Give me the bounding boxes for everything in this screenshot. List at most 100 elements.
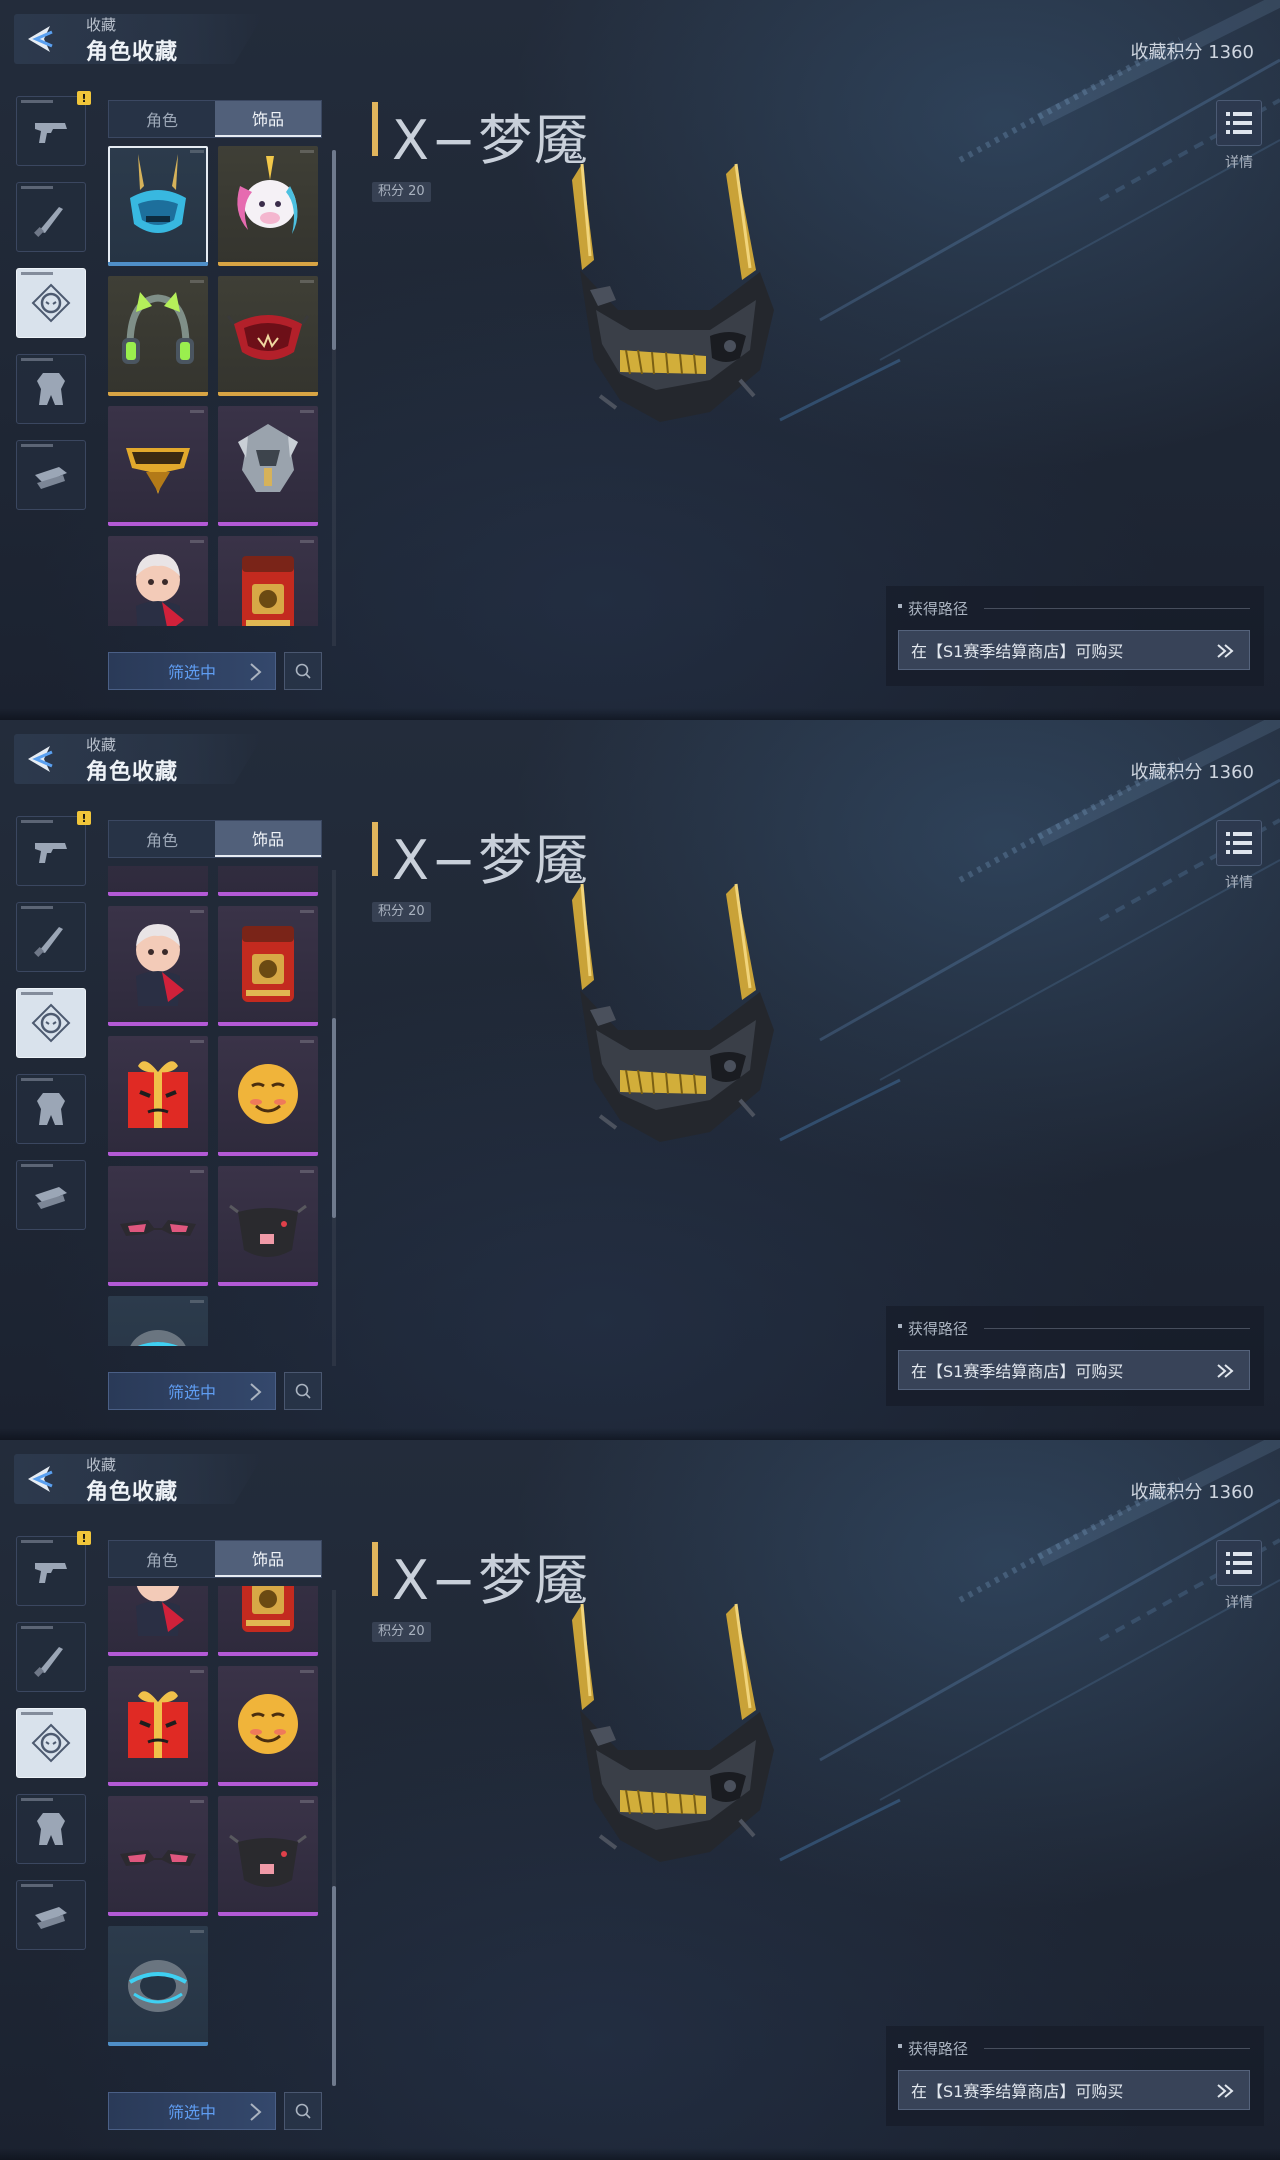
grid-item-red-backpack[interactable] [218,906,318,1026]
item-grid[interactable] [108,1586,322,2066]
tab-role[interactable]: 角色 [109,1541,215,1577]
filter-button[interactable]: 筛选中 [108,2092,276,2130]
grid-item-dark-glasses[interactable] [108,1166,208,1286]
acquisition-source-button[interactable]: 在【S1赛季结算商店】可购买 [898,630,1250,670]
grid-item-smiley-face[interactable] [218,1036,318,1156]
acquisition-source-text: 在【S1赛季结算商店】可购买 [911,2082,1124,2101]
item-grid[interactable] [108,146,322,626]
silver-mech-helmet-icon [218,866,318,892]
item-preview-mask [560,160,820,480]
alert-badge: ! [77,1531,91,1545]
acquisition-source-text: 在【S1赛季结算商店】可购买 [911,1362,1124,1381]
sidebar-item-character[interactable] [16,268,86,338]
grid-item-chibi-figure[interactable] [108,536,208,626]
grid-item-red-gift-box[interactable] [108,1666,208,1786]
grid-item-red-backpack[interactable] [218,1586,318,1656]
sidebar-item-weapons[interactable]: ! [16,811,91,886]
grid-item-gold-visor[interactable] [108,406,208,526]
grid-item-black-face-mask[interactable] [218,1166,318,1286]
list-icon [1226,112,1252,134]
tab-accessory[interactable]: 饰品 [215,821,321,857]
grid-item-cyber-mask[interactable] [108,146,208,266]
grid-item-red-demon-mask[interactable] [218,276,318,396]
alert-badge: ! [77,91,91,105]
search-button[interactable] [284,2092,322,2130]
vehicle-icon [29,1893,73,1937]
screen-3: 收藏 角色收藏 收藏积分 1360 ! 角色 饰品 筛选中 X−梦魇 积分 20… [0,1440,1280,2160]
red-gift-box-icon [108,1666,208,1782]
search-button[interactable] [284,1372,322,1410]
category-tabs: 角色 饰品 [108,100,322,138]
scrollbar-thumb[interactable] [332,1886,336,2086]
sidebar-item-vehicle[interactable] [16,440,86,510]
search-icon [295,1383,311,1399]
grid-item-cat-ear-headphones[interactable] [108,276,208,396]
sidebar-item-armor[interactable] [16,354,86,424]
cyber-mask-icon [108,146,208,262]
grid-item-unicorn-head[interactable] [218,146,318,266]
top-bar: 收藏 角色收藏 收藏积分 1360 [0,1440,1280,1510]
filter-button[interactable]: 筛选中 [108,1372,276,1410]
sidebar-item-vehicle[interactable] [16,1880,86,1950]
grid-item-silver-mech-helmet[interactable] [218,866,318,896]
tab-role[interactable]: 角色 [109,821,215,857]
pistol-icon [29,109,73,153]
double-chevron-right-icon [1217,644,1234,658]
scrollbar-thumb[interactable] [332,1018,336,1218]
tab-accessory[interactable]: 饰品 [215,1541,321,1577]
scrollbar-thumb[interactable] [332,150,336,350]
grid-item-dark-glasses[interactable] [108,1796,208,1916]
sidebar-item-character[interactable] [16,988,86,1058]
scrollbar[interactable] [332,870,336,1366]
grid-item-black-face-mask[interactable] [218,1796,318,1916]
page-title: 角色收藏 [86,40,179,65]
sidebar-item-vehicle[interactable] [16,1160,86,1230]
scrollbar[interactable] [332,150,336,646]
gold-visor-icon [108,406,208,522]
armor-icon [29,367,73,411]
black-face-mask-icon [218,1796,318,1912]
grid-item-chibi-figure[interactable] [108,906,208,1026]
item-grid[interactable] [108,866,322,1346]
sidebar-item-melee[interactable] [16,182,86,252]
acquisition-title: 获得路径 [898,2038,968,2059]
vehicle-icon [29,453,73,497]
acquisition-source-button[interactable]: 在【S1赛季结算商店】可购买 [898,1350,1250,1390]
back-arrow-icon[interactable] [22,1462,56,1496]
back-arrow-icon[interactable] [22,742,56,776]
detail-button[interactable] [1216,1540,1262,1586]
grid-item-silver-mech-helmet[interactable] [218,406,318,526]
sidebar-item-melee[interactable] [16,1622,86,1692]
smiley-face-icon [218,1666,318,1782]
grid-item-smiley-face[interactable] [218,1666,318,1786]
sidebar-item-character[interactable] [16,1708,86,1778]
grid-item-red-gift-box[interactable] [108,1036,208,1156]
filter-button[interactable]: 筛选中 [108,652,276,690]
grid-item-chibi-figure[interactable] [108,1586,208,1656]
collection-points: 收藏积分 1360 [1130,762,1254,783]
grid-item-red-backpack[interactable] [218,536,318,626]
tab-role[interactable]: 角色 [109,101,215,137]
detail-button[interactable] [1216,100,1262,146]
grid-item-cyber-ring[interactable] [108,1926,208,2046]
acquisition-source-button[interactable]: 在【S1赛季结算商店】可购买 [898,2070,1250,2110]
breadcrumb: 收藏 [86,16,117,34]
back-arrow-icon[interactable] [22,22,56,56]
detail-button[interactable] [1216,820,1262,866]
category-sidebar: ! [16,91,91,526]
collection-points: 收藏积分 1360 [1130,42,1254,63]
scrollbar[interactable] [332,1590,336,2086]
sidebar-item-armor[interactable] [16,1074,86,1144]
chevron-right-icon [250,2103,262,2121]
sidebar-item-weapons[interactable]: ! [16,91,91,166]
tab-accessory[interactable]: 饰品 [215,101,321,137]
sidebar-item-weapons[interactable]: ! [16,1531,91,1606]
sidebar-item-armor[interactable] [16,1794,86,1864]
sidebar-item-melee[interactable] [16,902,86,972]
grid-item-gold-visor[interactable] [108,866,208,896]
grid-item-cyber-ring[interactable] [108,1296,208,1346]
face-icon [29,281,73,325]
gold-visor-icon [108,866,208,892]
search-button[interactable] [284,652,322,690]
pistol-icon [29,829,73,873]
